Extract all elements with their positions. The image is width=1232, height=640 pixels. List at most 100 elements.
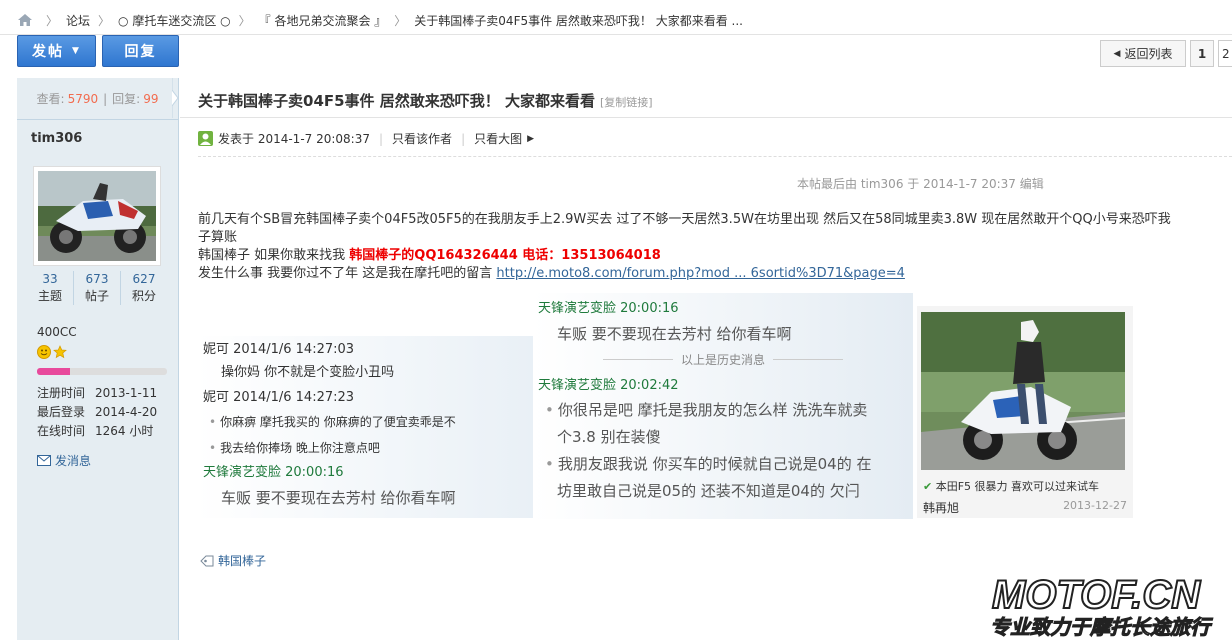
breadcrumb-separator: 〉 xyxy=(394,13,407,28)
breadcrumb-separator: 〉 xyxy=(98,13,111,28)
post-line: 子算账 xyxy=(198,230,238,245)
home-icon[interactable] xyxy=(18,14,32,26)
divider xyxy=(198,156,1232,157)
post-meta: 发表于 2014-1-7 20:08:37 | 只看该作者 | 只看大图 ▶ xyxy=(198,130,534,147)
page-2-link[interactable]: 2 xyxy=(1218,40,1232,67)
chat-screenshot-right: 天锋演艺变脸 20:00:16 车贩 要不要现在去芳村 给你看车啊 以上是历史消… xyxy=(533,293,913,519)
chat-message: 操你妈 你不就是个变脸小丑吗 xyxy=(221,365,395,380)
chat-message-continued: 坊里敢自己说是05的 还装不知道是04的 欠闩 xyxy=(557,482,860,500)
last-login-row: 最后登录 2014-4-20 xyxy=(37,403,157,422)
last-login-value: 2014-4-20 xyxy=(95,405,158,419)
breadcrumb-separator: 〉 xyxy=(46,13,59,28)
register-time-value: 2013-1-11 xyxy=(95,386,158,400)
bullet: • xyxy=(545,455,554,473)
posts-label: 帖子 xyxy=(84,289,109,303)
chat-sender: 妮可 2014/1/6 14:27:23 xyxy=(203,390,355,405)
register-time-row: 注册时间 2013-1-11 xyxy=(37,384,157,403)
breadcrumb-thread[interactable]: 关于韩国棒子卖04F5事件 居然敢来恐吓我！ 大家都来看看 ... xyxy=(414,12,743,29)
stats-separator: | xyxy=(103,91,108,106)
breadcrumb-forum[interactable]: 论坛 xyxy=(66,12,90,29)
watermark-slogan: 专业致力于摩托长途旅行 xyxy=(990,615,1213,639)
register-time-label: 注册时间 xyxy=(37,386,86,400)
post-button[interactable]: 发帖 ▼ xyxy=(17,35,96,67)
chat-message: • 我去给你捧场 晚上你注意点吧 xyxy=(209,438,380,458)
thread-tag[interactable]: 韩国棒子 xyxy=(200,552,266,569)
replies-count: 99 xyxy=(143,91,159,106)
triangle-right-icon: ▶ xyxy=(527,133,535,144)
forum-page: 〉 论坛 〉 ○ 摩托车迷交流区 ○ 〉 『 各地兄弟交流聚会 』 〉 关于韩国… xyxy=(0,0,1232,640)
author-sidebar: 查看: 5790 | 回复: 99 tim306 33 主题 673 帖子 62… xyxy=(17,78,179,640)
photo-poster-name[interactable]: 韩再旭 xyxy=(923,499,959,516)
post-text: 发生什么事 我要你过不了年 这是我在摩托吧的留言 xyxy=(198,266,497,281)
chat-message: 车贩 要不要现在去芳村 给你看车啊 xyxy=(557,325,792,343)
reply-button[interactable]: 回复 xyxy=(102,35,179,67)
online-time-value: 1264 小时 xyxy=(95,424,154,438)
breadcrumb-board[interactable]: 『 各地兄弟交流聚会 』 xyxy=(259,12,387,29)
breadcrumb-separator: 〉 xyxy=(238,13,251,28)
post-line: 韩国棒子 如果你敢来找我 韩国棒子的QQ164326444 电话：1351306… xyxy=(198,247,1232,265)
level-progress-bar xyxy=(37,368,167,375)
rank-icons xyxy=(37,345,67,359)
only-author-link[interactable]: 只看该作者 xyxy=(392,130,452,147)
contact-info-text: 韩国棒子的QQ164326444 电话：13513064018 xyxy=(349,248,661,263)
envelope-icon xyxy=(37,455,51,466)
reference-link[interactable]: http://e.moto8.com/forum.php?mod ... 6so… xyxy=(496,266,905,281)
post-body: 前几天有个SB冒充韩国棒子卖个04F5改05F5的在我朋友手上2.9W买去 过了… xyxy=(198,211,1232,283)
bullet: • xyxy=(209,415,217,429)
views-count: 5790 xyxy=(67,91,99,106)
online-time-label: 在线时间 xyxy=(37,424,86,438)
avatar[interactable] xyxy=(33,166,161,266)
photo-date: 2013-12-27 xyxy=(1063,499,1127,512)
photo-card: ✔ 本田F5 很暴力 喜欢可以过来试车 韩再旭 2013-12-27 xyxy=(917,306,1133,518)
bullet: • xyxy=(209,441,217,455)
photo-caption-text: 本田F5 很暴力 喜欢可以过来试车 xyxy=(935,480,1100,493)
posts-count: 673 xyxy=(85,272,109,286)
tag-label: 韩国棒子 xyxy=(218,554,267,568)
chat-message-text: 我朋友跟我说 你买车的时候就自己说是04的 在 xyxy=(557,455,872,473)
chat-message-text: 我去给你捧场 晚上你注意点吧 xyxy=(220,441,380,455)
thread-stats: 查看: 5790 | 回复: 99 xyxy=(17,78,178,120)
photo-caption: ✔ 本田F5 很暴力 喜欢可以过来试车 xyxy=(923,478,1099,494)
meta-divider: | xyxy=(379,131,384,146)
edited-notice: 本帖最后由 tim306 于 2014-1-7 20:37 编辑 xyxy=(797,177,1044,191)
chat-sender: 天锋演艺变脸 20:00:16 xyxy=(203,465,344,480)
send-message-label: 发消息 xyxy=(55,454,92,468)
post-line: 发生什么事 我要你过不了年 这是我在摩托吧的留言 http://e.moto8.… xyxy=(198,265,1232,283)
only-large-images-link[interactable]: 只看大图 xyxy=(474,130,522,147)
watermark-brand: MOTOF.CN xyxy=(992,573,1201,617)
chat-sender: 天锋演艺变脸 20:02:42 xyxy=(538,378,679,393)
copy-link-button[interactable]: [复制链接] xyxy=(600,96,653,109)
back-to-list-button[interactable]: ◀ 返回列表 xyxy=(1100,40,1186,67)
motorcycle-rider-photo[interactable] xyxy=(921,312,1125,470)
breadcrumb-section[interactable]: ○ 摩托车迷交流区 ○ xyxy=(118,12,231,29)
send-message-link[interactable]: 发消息 xyxy=(37,452,91,469)
posted-time: 发表于 2014-1-7 20:08:37 xyxy=(218,132,370,146)
topics-label: 主题 xyxy=(37,289,62,303)
site-watermark-logo: MOTOF.CN 专业致力于摩托长途旅行 xyxy=(990,572,1214,640)
topics-count: 33 xyxy=(42,272,58,286)
chat-sender: 妮可 2014/1/6 14:27:03 xyxy=(203,342,355,357)
topics-stat[interactable]: 33 主题 xyxy=(27,271,74,305)
user-group[interactable]: 400CC xyxy=(37,325,77,339)
points-label: 积分 xyxy=(131,289,156,303)
chevron-down-icon: ▼ xyxy=(72,46,81,56)
divider xyxy=(0,34,1232,35)
replies-label: 回复: xyxy=(112,92,141,106)
points-stat[interactable]: 627 积分 xyxy=(121,271,167,305)
author-name[interactable]: tim306 xyxy=(31,131,82,146)
chat-message: • 你麻痹 摩托我买的 你麻痹的了便宜卖乖是不 xyxy=(209,412,456,432)
tag-icon xyxy=(200,555,214,566)
thread-title-text: 关于韩国棒子卖04F5事件 居然敢来恐吓我！ 大家都来看看 xyxy=(198,92,596,110)
chat-message: • 你很吊是吧 摩托是我朋友的怎么样 洗洗车就卖 xyxy=(545,399,867,420)
thread-title-bar: 关于韩国棒子卖04F5事件 居然敢来恐吓我！ 大家都来看看 [复制链接] xyxy=(180,78,1232,118)
pager: ◀ 返回列表 1 2 xyxy=(1100,40,1232,67)
post-line: 前几天有个SB冒充韩国棒子卖个04F5改05F5的在我朋友手上2.9W买去 过了… xyxy=(198,212,1171,227)
chat-screenshot-left: 妮可 2014/1/6 14:27:03 操你妈 你不就是个变脸小丑吗 妮可 2… xyxy=(197,336,533,518)
page-1-link[interactable]: 1 xyxy=(1190,40,1214,67)
breadcrumb: 〉 论坛 〉 ○ 摩托车迷交流区 ○ 〉 『 各地兄弟交流聚会 』 〉 关于韩国… xyxy=(18,10,743,30)
points-count: 627 xyxy=(132,272,156,286)
author-info: 注册时间 2013-1-11 最后登录 2014-4-20 在线时间 1264 小时 xyxy=(37,384,157,441)
chat-message-text: 你很吊是吧 摩托是我朋友的怎么样 洗洗车就卖 xyxy=(557,401,868,419)
posts-stat[interactable]: 673 帖子 xyxy=(74,271,121,305)
sidebar-pointer xyxy=(172,78,179,118)
